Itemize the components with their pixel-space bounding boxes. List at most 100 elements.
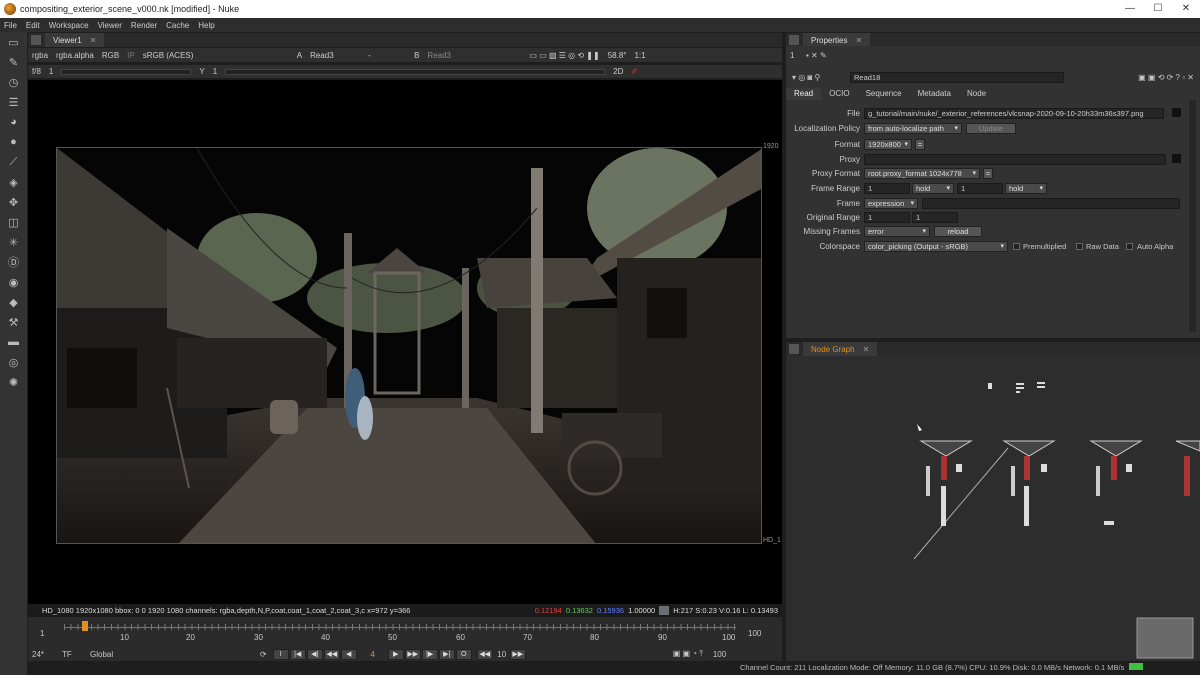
step-forward-button[interactable]: ▶▶ — [404, 648, 421, 660]
d-icon[interactable]: Ⓓ — [0, 252, 27, 272]
transform-icon[interactable]: ✥ — [0, 192, 27, 212]
circle-icon[interactable]: ● — [0, 132, 27, 152]
close-button[interactable]: ✕ — [1172, 0, 1200, 18]
tab-metadata[interactable]: Metadata — [910, 88, 959, 100]
proxy-field[interactable] — [864, 154, 1166, 165]
node-toolbar-icons[interactable]: ▾ ◎ ◙ ⚲ — [792, 73, 820, 82]
frame-mode-select[interactable]: expression — [864, 198, 918, 209]
proxy-format-select[interactable]: root.proxy_format 1024x778 — [864, 168, 980, 179]
node-panel-icons[interactable]: ▣ ▣ ⟲ ⟳ ? ▫ ✕ — [1138, 73, 1194, 82]
gamma-slider[interactable] — [225, 68, 606, 75]
maximize-button[interactable]: ☐ — [1144, 0, 1172, 18]
pane-menu-icon[interactable] — [31, 35, 41, 45]
play-reverse-button[interactable]: ◀ — [340, 648, 357, 660]
channels-select[interactable]: rgba — [32, 51, 48, 60]
step-back-button[interactable]: ◀◀ — [323, 648, 340, 660]
timeline-start[interactable]: 1 — [40, 629, 44, 638]
menu-workspace[interactable]: Workspace — [49, 21, 89, 30]
before-select[interactable]: hold — [912, 183, 954, 194]
menu-edit[interactable]: Edit — [26, 21, 40, 30]
other-icon[interactable]: ◎ — [0, 352, 27, 372]
colorspace-select[interactable]: RGB — [102, 51, 119, 60]
pane-menu-icon[interactable] — [789, 35, 799, 45]
zoom-value[interactable]: 58.8° — [608, 51, 627, 60]
ratio-select[interactable]: 1:1 — [634, 51, 645, 60]
viewer-icon[interactable]: ▭ — [0, 32, 27, 52]
tab-viewer1[interactable]: Viewer1 ✕ — [45, 33, 105, 47]
composite-select[interactable]: - — [368, 51, 406, 60]
clock-icon[interactable]: ◷ — [0, 72, 27, 92]
tag-icon[interactable]: ◆ — [0, 292, 27, 312]
gain-value[interactable]: 1 — [49, 67, 53, 76]
close-tab-icon[interactable]: ✕ — [855, 36, 862, 45]
ip-button[interactable]: IP — [127, 51, 135, 60]
loop-icon[interactable]: ⟳ — [260, 650, 267, 659]
auto-alpha-checkbox[interactable] — [1126, 243, 1133, 250]
first-frame-button[interactable]: |◀ — [289, 648, 306, 660]
a-input-select[interactable]: Read3 — [310, 51, 360, 60]
viewer-icons[interactable]: ▭ ▭ ▨ ☰ ◎ ⟲ ❚❚ — [529, 51, 599, 60]
end-frame-field[interactable]: 100 — [713, 650, 726, 659]
tab-sequence[interactable]: Sequence — [858, 88, 910, 100]
format-select[interactable]: 1920x800 — [864, 139, 912, 150]
after-select[interactable]: hold — [1005, 183, 1047, 194]
color-icon[interactable]: ◕ — [0, 112, 27, 132]
update-button[interactable]: Update — [966, 123, 1016, 134]
tab-properties[interactable]: Properties ✕ — [803, 33, 871, 47]
tab-node[interactable]: Node — [959, 88, 994, 100]
premultiplied-checkbox[interactable] — [1013, 243, 1020, 250]
tab-node-graph[interactable]: Node Graph ✕ — [803, 342, 878, 356]
menu-viewer[interactable]: Viewer — [98, 21, 122, 30]
colorspace-select[interactable]: color_picking (Output - sRGB) — [864, 241, 1008, 252]
out-point-button[interactable]: O — [455, 648, 472, 660]
stack-icon[interactable]: ◈ — [0, 172, 27, 192]
file-field[interactable]: g_tutorial/main/nuke/_exterior_reference… — [864, 108, 1164, 119]
menu-cache[interactable]: Cache — [166, 21, 189, 30]
cube-icon[interactable]: ◫ — [0, 212, 27, 232]
gamma-value[interactable]: 1 — [213, 67, 217, 76]
missing-frames-select[interactable]: error — [864, 226, 930, 237]
minimize-button[interactable]: — — [1116, 0, 1144, 18]
original-range-start-field[interactable]: 1 — [864, 212, 910, 223]
alpha-select[interactable]: rgba.alpha — [56, 51, 94, 60]
current-frame-field[interactable]: 4 — [358, 650, 388, 659]
pane-menu-icon[interactable] — [789, 344, 799, 354]
tf-select[interactable]: TF — [62, 650, 90, 659]
sparkle-icon[interactable]: ✳ — [0, 232, 27, 252]
timeline[interactable]: 1 10 20 30 40 50 60 70 80 90 100 100 — [28, 617, 782, 647]
layers-icon[interactable]: ☰ — [0, 92, 27, 112]
properties-toolbar-icons[interactable]: ▪ ✕ ✎ — [806, 51, 827, 60]
eye-icon[interactable]: ◉ — [0, 272, 27, 292]
node-name-field[interactable]: Read18 — [850, 72, 1064, 83]
proxy-browse-icon[interactable] — [1172, 154, 1181, 163]
close-tab-icon[interactable]: ✕ — [863, 345, 870, 354]
frame-expression-field[interactable] — [922, 198, 1180, 209]
scope-select[interactable]: Global — [90, 650, 130, 659]
viewer-mode-icons[interactable]: ▣ ▣ ◔ ⤒ — [673, 649, 703, 659]
format-edit-button[interactable]: = — [915, 139, 925, 150]
fstop-value[interactable]: f/8 — [32, 67, 41, 76]
step-field[interactable]: 10 — [494, 650, 510, 659]
skip-back-button[interactable]: ◀◀ — [476, 648, 493, 660]
playhead[interactable] — [82, 621, 88, 631]
close-tab-icon[interactable]: ✕ — [90, 36, 97, 45]
in-point-button[interactable]: I — [272, 648, 289, 660]
prev-keyframe-button[interactable]: ◀| — [306, 648, 323, 660]
view-mode-select[interactable]: 2D — [613, 67, 623, 76]
tools-icon[interactable]: ⚒ — [0, 312, 27, 332]
next-keyframe-button[interactable]: |▶ — [421, 648, 438, 660]
localization-select[interactable]: from auto-localize path — [864, 123, 962, 134]
skip-forward-button[interactable]: ▶▶ — [509, 648, 526, 660]
menu-file[interactable]: File — [4, 21, 17, 30]
file-browse-icon[interactable] — [1172, 108, 1181, 117]
frame-range-end-field[interactable]: 1 — [957, 183, 1003, 194]
nuke-icon[interactable]: ✺ — [0, 372, 27, 392]
lut-select[interactable]: sRGB (ACES) — [143, 51, 283, 60]
tab-ocio[interactable]: OCIO — [821, 88, 857, 100]
brush-icon[interactable]: ⟋ — [0, 152, 27, 172]
menu-help[interactable]: Help — [198, 21, 214, 30]
original-range-end-field[interactable]: 1 — [912, 212, 958, 223]
pick-icon[interactable]: ✐ — [631, 67, 638, 76]
properties-scrollbar[interactable] — [1189, 100, 1196, 332]
menu-render[interactable]: Render — [131, 21, 157, 30]
